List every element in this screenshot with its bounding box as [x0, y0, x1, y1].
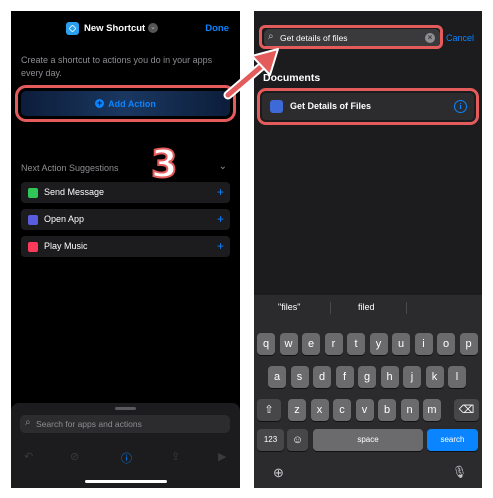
highlight-frame: [259, 25, 443, 49]
sheet-grabber[interactable]: [115, 407, 136, 410]
key-a[interactable]: a: [268, 366, 286, 388]
action-search-sheet: ⌕ Search for apps and actions ↶ ⊘ ⓘ ⇪ ▶: [11, 403, 240, 488]
emoji-key[interactable]: ☺: [287, 429, 308, 451]
undo-icon[interactable]: ↶: [24, 450, 33, 463]
suggestion-play-music[interactable]: Play Music +: [21, 236, 230, 257]
result-label: Get Details of Files: [290, 101, 372, 111]
suggestions-header: Next Action Suggestions: [21, 163, 119, 173]
microphone-icon[interactable]: 🎙︎: [452, 465, 467, 479]
share-icon[interactable]: ⇪: [171, 450, 180, 463]
key-w[interactable]: w: [279, 333, 298, 355]
key-f[interactable]: f: [335, 366, 354, 388]
suggestion-label: Send Message: [44, 187, 105, 197]
search-key[interactable]: search: [427, 429, 478, 451]
cancel-button[interactable]: Cancel: [446, 33, 474, 43]
chevron-down-icon[interactable]: ⌄: [219, 161, 227, 172]
messages-icon: [28, 188, 38, 198]
key-z[interactable]: z: [288, 399, 306, 421]
section-header: Documents: [263, 72, 321, 84]
search-results-screen: ⌕ Get details of files × Cancel Document…: [254, 11, 482, 488]
add-action-button[interactable]: + Add Action: [15, 85, 236, 122]
search-placeholder: Search for apps and actions: [36, 419, 142, 429]
key-n[interactable]: n: [400, 399, 419, 421]
done-button[interactable]: Done: [205, 23, 229, 34]
description-text: Create a shortcut to actions you do in y…: [21, 55, 213, 78]
add-icon[interactable]: +: [217, 185, 224, 199]
shortcut-icon: [66, 22, 79, 35]
key-b[interactable]: b: [378, 399, 396, 421]
numbers-key[interactable]: 123: [257, 429, 284, 451]
nav-title[interactable]: New Shortcut: [84, 23, 145, 34]
new-shortcut-screen: New Shortcut ⌄ Done Create a shortcut to…: [11, 11, 240, 488]
key-h[interactable]: h: [380, 366, 399, 388]
chevron-down-icon[interactable]: ⌄: [148, 23, 158, 33]
suggestion-open-app[interactable]: Open App +: [21, 209, 230, 230]
key-i[interactable]: i: [414, 333, 433, 355]
home-indicator: [85, 480, 167, 483]
nav-bar: New Shortcut ⌄ Done: [11, 11, 240, 47]
key-k[interactable]: k: [425, 366, 444, 388]
files-icon: [270, 100, 283, 113]
add-icon[interactable]: +: [217, 239, 224, 253]
globe-icon[interactable]: ⊕: [273, 465, 284, 481]
key-l[interactable]: l: [448, 366, 466, 388]
key-j[interactable]: j: [403, 366, 421, 388]
shift-key[interactable]: ⇧: [257, 399, 281, 421]
info-icon[interactable]: ⓘ: [121, 450, 132, 466]
key-t[interactable]: t: [347, 333, 365, 355]
add-icon[interactable]: +: [217, 212, 224, 226]
key-d[interactable]: d: [313, 366, 331, 388]
redo-icon[interactable]: ⊘: [70, 450, 79, 463]
prediction[interactable]: filed: [358, 302, 375, 312]
key-x[interactable]: x: [310, 399, 329, 421]
key-s[interactable]: s: [290, 366, 309, 388]
step-number: 3: [150, 141, 178, 187]
keyboard: "files" filed qwertyuiop asdfghjkl zxcvbnm…: [254, 295, 482, 488]
key-y[interactable]: y: [369, 333, 388, 355]
open-app-icon: [28, 215, 38, 225]
divider: [330, 302, 331, 314]
key-p[interactable]: p: [459, 333, 478, 355]
suggestion-send-message[interactable]: Send Message +: [21, 182, 230, 203]
key-c[interactable]: c: [333, 399, 351, 421]
key-r[interactable]: r: [324, 333, 343, 355]
key-g[interactable]: g: [358, 366, 376, 388]
plus-icon: +: [95, 98, 105, 108]
key-v[interactable]: v: [355, 399, 374, 421]
search-icon: ⌕: [25, 417, 31, 428]
divider: [406, 302, 407, 314]
music-icon: [28, 242, 38, 252]
prediction[interactable]: "files": [278, 302, 300, 312]
key-m[interactable]: m: [423, 399, 441, 421]
suggestion-label: Play Music: [44, 241, 88, 251]
key-q[interactable]: q: [257, 333, 275, 355]
space-key[interactable]: space: [313, 429, 423, 451]
delete-key[interactable]: ⌫: [454, 399, 479, 421]
search-input[interactable]: ⌕ Search for apps and actions: [20, 415, 230, 433]
info-icon[interactable]: i: [454, 100, 467, 113]
key-o[interactable]: o: [437, 333, 455, 355]
play-icon[interactable]: ▶: [218, 450, 226, 463]
suggestion-label: Open App: [44, 214, 85, 224]
key-e[interactable]: e: [302, 333, 320, 355]
result-get-details-of-files[interactable]: Get Details of Files i: [257, 88, 479, 125]
key-u[interactable]: u: [392, 333, 410, 355]
add-action-label: Add Action: [108, 98, 156, 109]
